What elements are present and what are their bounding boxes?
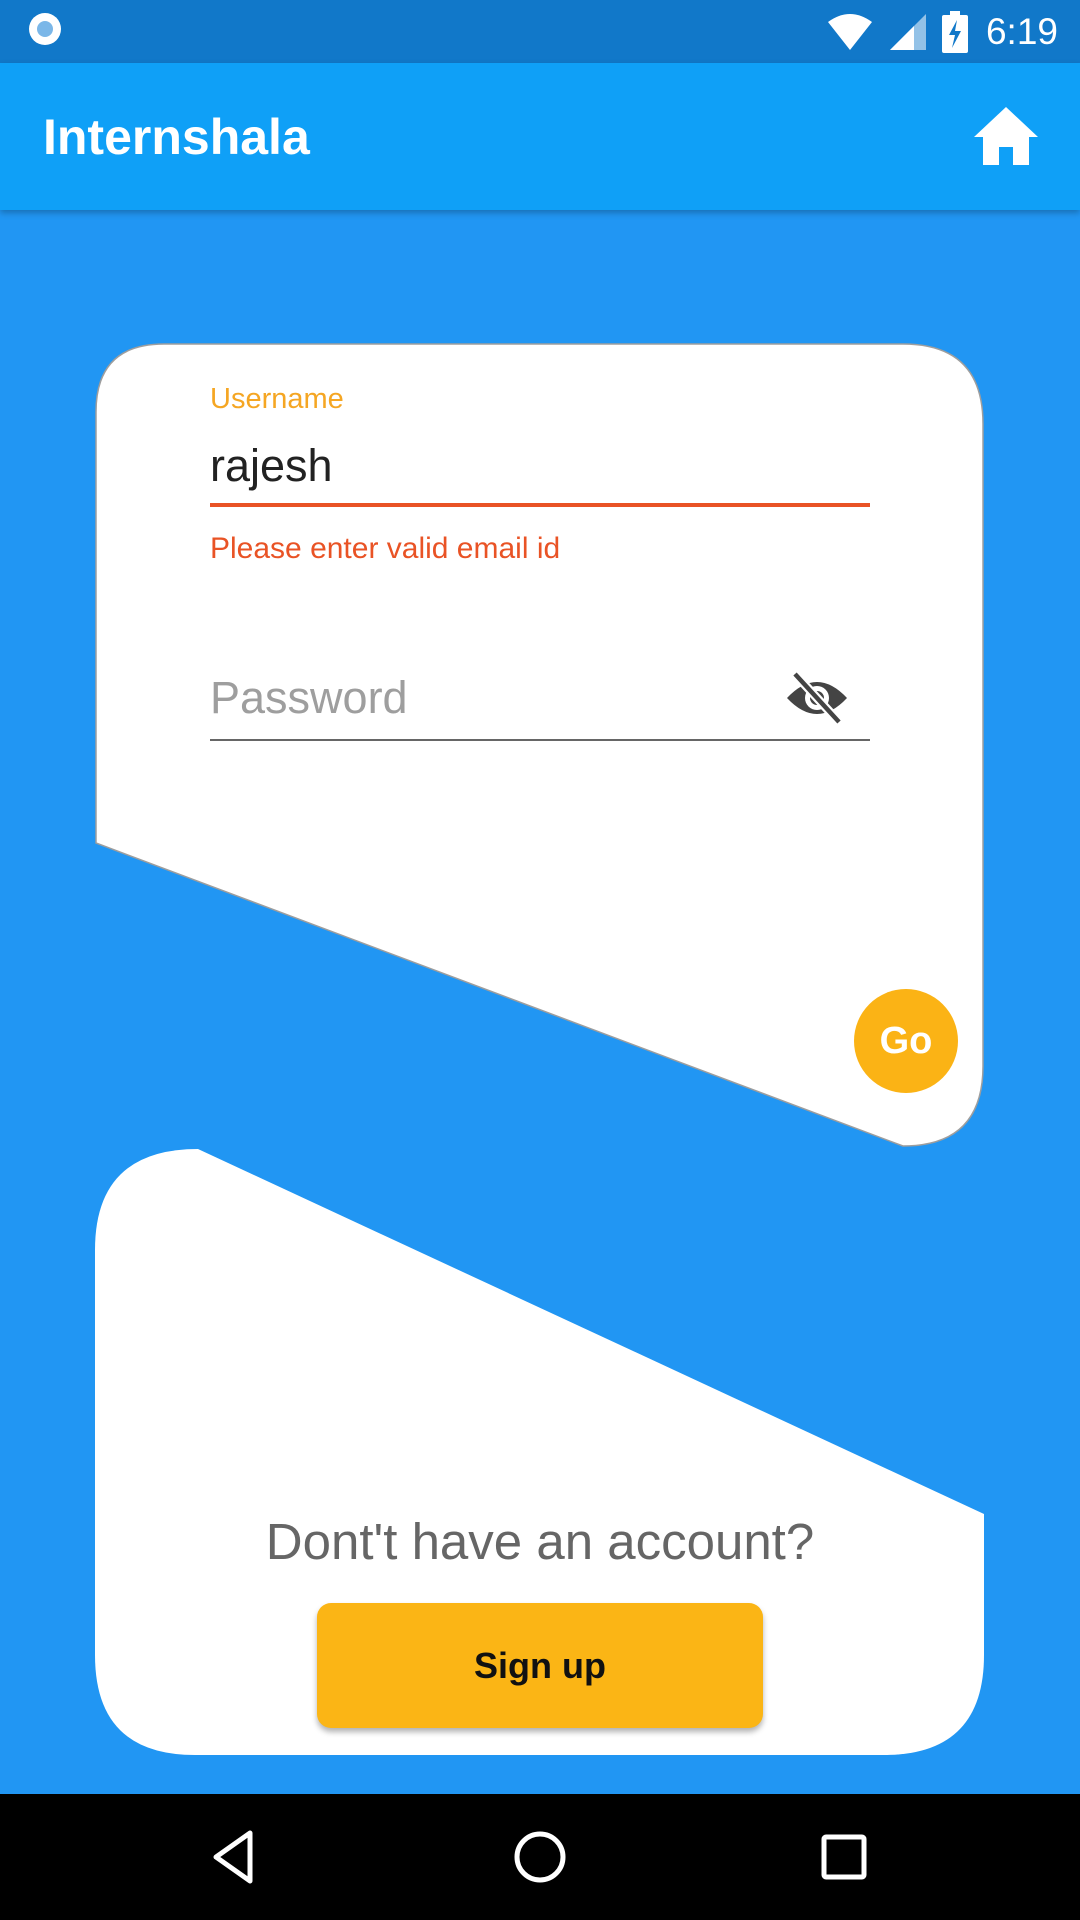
password-input[interactable]: Password [210, 672, 408, 724]
username-input[interactable]: rajesh [210, 440, 333, 492]
username-error: Please enter valid email id [210, 532, 561, 565]
back-icon[interactable] [206, 1827, 266, 1887]
no-account-prompt: Dont't have an account? [265, 1513, 815, 1570]
home-circle-icon[interactable] [510, 1827, 570, 1887]
go-button[interactable]: Go [854, 989, 958, 1093]
recents-icon[interactable] [814, 1827, 874, 1887]
signup-button[interactable]: Sign up [317, 1603, 763, 1728]
system-nav-bar [0, 1794, 1080, 1920]
password-underline [210, 739, 870, 741]
username-label: Username [210, 383, 344, 415]
eye-off-icon[interactable] [785, 670, 849, 726]
username-underline [210, 503, 870, 507]
